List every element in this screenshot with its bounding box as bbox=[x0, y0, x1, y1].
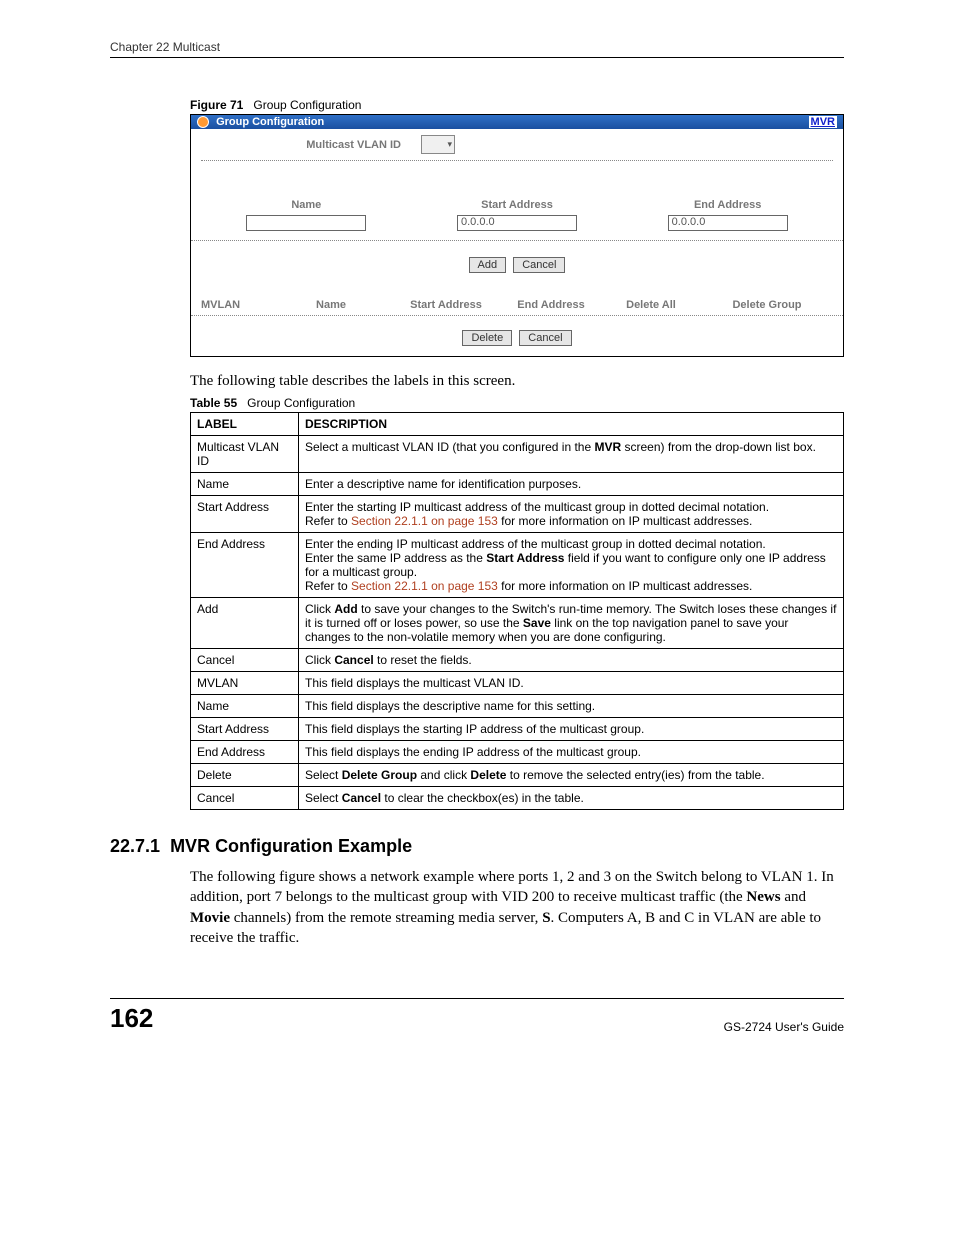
end-address-input[interactable]: 0.0.0.0 bbox=[668, 215, 788, 231]
input-header-row: Name Start Address End Address bbox=[191, 191, 843, 215]
xref-link[interactable]: Section 22.1.1 on page 153 bbox=[351, 579, 498, 593]
add-button[interactable]: Add bbox=[469, 257, 507, 273]
table-row: End Address Enter the ending IP multicas… bbox=[191, 533, 844, 598]
xref-link[interactable]: Section 22.1.1 on page 153 bbox=[351, 514, 498, 528]
cell-desc: This field displays the multicast VLAN I… bbox=[299, 672, 844, 695]
cancel-button-2[interactable]: Cancel bbox=[519, 330, 571, 346]
figure-caption-label: Figure 71 bbox=[190, 98, 243, 112]
cell-label: Start Address bbox=[191, 718, 299, 741]
entries-table-header: MVLAN Name Start Address End Address Del… bbox=[191, 291, 843, 316]
description-table: LABEL DESCRIPTION Multicast VLAN ID Sele… bbox=[190, 412, 844, 810]
table-caption: Table 55 Group Configuration bbox=[190, 396, 844, 410]
figure-caption: Figure 71 Group Configuration bbox=[190, 98, 844, 112]
cell-label: Multicast VLAN ID bbox=[191, 436, 299, 473]
chapter-header: Chapter 22 Multicast bbox=[110, 40, 844, 58]
th-end: End Address bbox=[501, 299, 601, 311]
th-name: Name bbox=[271, 299, 391, 311]
table-row: Cancel Select Cancel to clear the checkb… bbox=[191, 787, 844, 810]
section-heading: 22.7.1 MVR Configuration Example bbox=[110, 836, 844, 857]
cell-label: Start Address bbox=[191, 496, 299, 533]
section-number: 22.7.1 bbox=[110, 836, 160, 856]
figure-caption-text: Group Configuration bbox=[253, 98, 361, 112]
table-row: Add Click Add to save your changes to th… bbox=[191, 598, 844, 649]
cell-desc: Select a multicast VLAN ID (that you con… bbox=[299, 436, 844, 473]
table-row: Cancel Click Cancel to reset the fields. bbox=[191, 649, 844, 672]
cell-desc: Enter the starting IP multicast address … bbox=[299, 496, 844, 533]
col-name: Name bbox=[201, 199, 412, 211]
table-caption-text: Group Configuration bbox=[247, 396, 355, 410]
cell-desc: This field displays the ending IP addres… bbox=[299, 741, 844, 764]
th-delete-all: Delete All bbox=[601, 299, 701, 311]
panel-titlebar: Group Configuration MVR bbox=[191, 115, 843, 129]
cell-desc: Enter a descriptive name for identificat… bbox=[299, 473, 844, 496]
section-title: MVR Configuration Example bbox=[170, 836, 412, 856]
cell-desc: Select Cancel to clear the checkbox(es) … bbox=[299, 787, 844, 810]
th-description: DESCRIPTION bbox=[299, 413, 844, 436]
start-address-input[interactable]: 0.0.0.0 bbox=[457, 215, 577, 231]
table-row: MVLAN This field displays the multicast … bbox=[191, 672, 844, 695]
cell-label: End Address bbox=[191, 533, 299, 598]
cell-label: Cancel bbox=[191, 649, 299, 672]
cell-desc: This field displays the descriptive name… bbox=[299, 695, 844, 718]
table-row: Name This field displays the descriptive… bbox=[191, 695, 844, 718]
chevron-down-icon: ▾ bbox=[447, 139, 452, 150]
table-row: Name Enter a descriptive name for identi… bbox=[191, 473, 844, 496]
cell-desc: Select Delete Group and click Delete to … bbox=[299, 764, 844, 787]
name-input[interactable] bbox=[246, 215, 366, 231]
cancel-button[interactable]: Cancel bbox=[513, 257, 565, 273]
th-mvlan: MVLAN bbox=[201, 299, 271, 311]
table-row: Start Address Enter the starting IP mult… bbox=[191, 496, 844, 533]
cell-label: Cancel bbox=[191, 787, 299, 810]
bullet-icon bbox=[197, 116, 209, 128]
page-number: 162 bbox=[110, 1003, 153, 1034]
th-label: LABEL bbox=[191, 413, 299, 436]
multicast-vlan-id-select[interactable]: ▾ bbox=[421, 135, 455, 154]
cell-label: Delete bbox=[191, 764, 299, 787]
cell-desc: Enter the ending IP multicast address of… bbox=[299, 533, 844, 598]
intro-text: The following table describes the labels… bbox=[190, 373, 844, 390]
table-row: End Address This field displays the endi… bbox=[191, 741, 844, 764]
page-footer: 162 GS-2724 User's Guide bbox=[110, 998, 844, 1034]
cell-label: Name bbox=[191, 473, 299, 496]
cell-desc: Click Add to save your changes to the Sw… bbox=[299, 598, 844, 649]
mvr-link[interactable]: MVR bbox=[809, 116, 837, 128]
panel-title: Group Configuration bbox=[216, 116, 324, 128]
cell-label: MVLAN bbox=[191, 672, 299, 695]
delete-button[interactable]: Delete bbox=[462, 330, 512, 346]
col-end: End Address bbox=[622, 199, 833, 211]
th-start: Start Address bbox=[391, 299, 501, 311]
guide-title: GS-2724 User's Guide bbox=[724, 1020, 844, 1034]
section-paragraph: The following figure shows a network exa… bbox=[190, 867, 844, 948]
table-row: Delete Select Delete Group and click Del… bbox=[191, 764, 844, 787]
col-start: Start Address bbox=[412, 199, 623, 211]
group-config-screenshot: Group Configuration MVR Multicast VLAN I… bbox=[190, 114, 844, 357]
table-row: Multicast VLAN ID Select a multicast VLA… bbox=[191, 436, 844, 473]
cell-label: Name bbox=[191, 695, 299, 718]
multicast-vlan-id-label: Multicast VLAN ID bbox=[201, 139, 421, 151]
cell-label: Add bbox=[191, 598, 299, 649]
cell-label: End Address bbox=[191, 741, 299, 764]
cell-desc: This field displays the starting IP addr… bbox=[299, 718, 844, 741]
table-caption-label: Table 55 bbox=[190, 396, 237, 410]
th-delete-group: Delete Group bbox=[701, 299, 833, 311]
table-row: Start Address This field displays the st… bbox=[191, 718, 844, 741]
cell-desc: Click Cancel to reset the fields. bbox=[299, 649, 844, 672]
